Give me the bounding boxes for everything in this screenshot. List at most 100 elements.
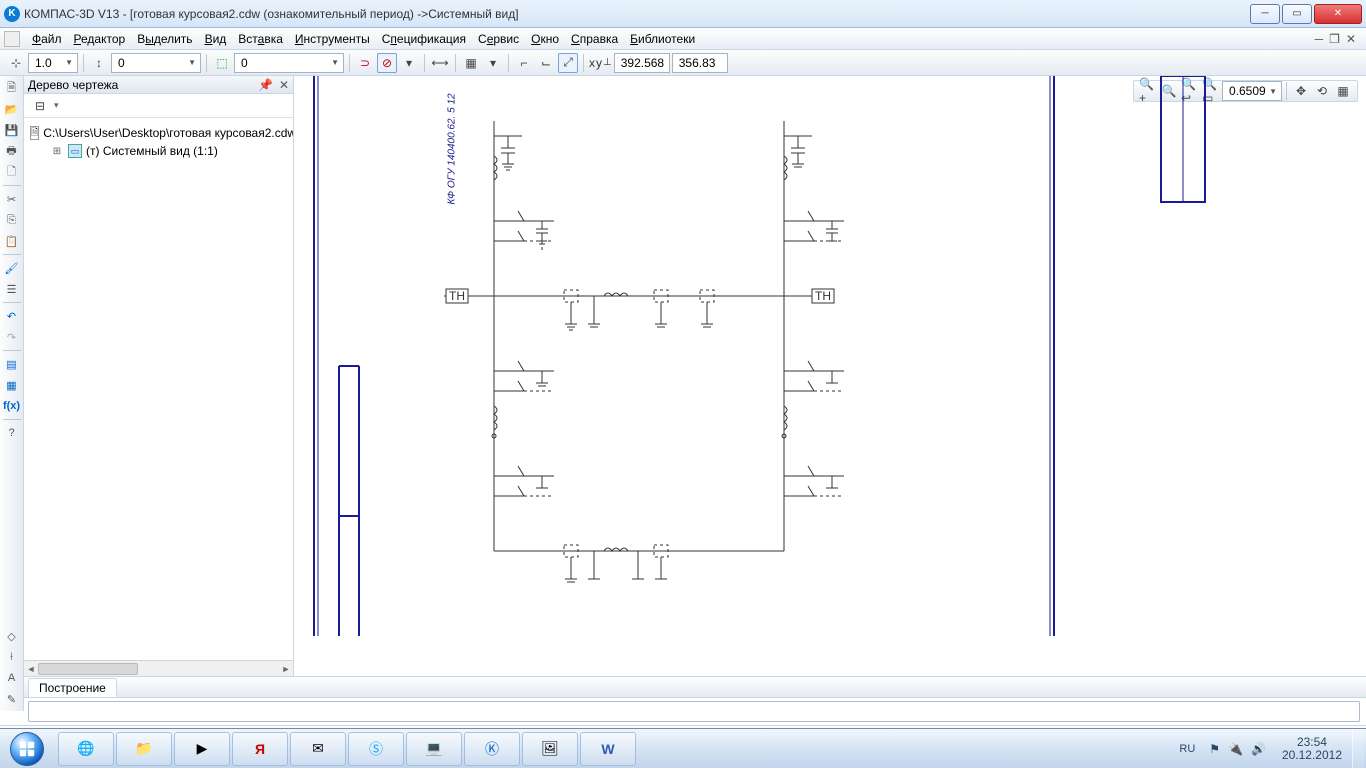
drawing-canvas[interactable]: 🔍+ 🔍 🔍↩ 🔍▭ 0.6509▼ ✥ ⟲ ▦: [294, 76, 1366, 676]
help-icon[interactable]: ?: [2, 423, 22, 443]
task-photos[interactable]: 🖼: [522, 732, 578, 766]
windows-orb-icon: [10, 732, 44, 766]
tree-title: Дерево чертежа: [28, 78, 118, 92]
menu-spec[interactable]: Спецификация: [376, 30, 472, 48]
tree-root[interactable]: 🗎 С:\Users\User\Desktop\готовая курсовая…: [28, 124, 289, 142]
command-input[interactable]: [28, 701, 1360, 722]
grid-dropdown-icon[interactable]: ▾: [483, 53, 503, 73]
style-icon[interactable]: ↕: [89, 53, 109, 73]
window-titlebar: K КОМПАС-3D V13 - [готовая курсовая2.cdw…: [0, 0, 1366, 28]
task-skype[interactable]: Ⓢ: [348, 732, 404, 766]
menu-bar: Файл Редактор Выделить Вид Вставка Инстр…: [0, 28, 1366, 50]
snap-step-icon[interactable]: ⊹: [6, 53, 26, 73]
undo-icon[interactable]: ↶: [2, 306, 22, 326]
save-icon[interactable]: 💾: [2, 120, 22, 140]
spec-icon[interactable]: ▤: [2, 354, 22, 374]
spec2-icon[interactable]: ▦: [2, 375, 22, 395]
left-toolbar: 🗎 📂 💾 🖶 🗋 ✂ ⎘ 📋 🖌 ☰ ↶ ↷ ▤ ▦ f(x) ?: [0, 76, 24, 676]
menu-help[interactable]: Справка: [565, 30, 624, 48]
copy-icon[interactable]: ⎘: [2, 210, 22, 230]
minimize-button[interactable]: ─: [1250, 4, 1280, 24]
geom-icon[interactable]: ◇: [2, 626, 22, 646]
scroll-thumb[interactable]: [38, 663, 138, 675]
coord-y-field[interactable]: 356.83: [672, 53, 728, 73]
menu-service[interactable]: Сервис: [472, 30, 525, 48]
dim2-icon[interactable]: ⟊: [2, 647, 22, 667]
tree-mode-icon[interactable]: ⊟: [30, 96, 50, 116]
task-notes[interactable]: 💻: [406, 732, 462, 766]
menu-edit[interactable]: Редактор: [68, 30, 132, 48]
menu-select[interactable]: Выделить: [131, 30, 198, 48]
edit2-icon[interactable]: ✎: [2, 689, 22, 709]
menu-tools[interactable]: Инструменты: [289, 30, 376, 48]
snap-toggle-icon[interactable]: ⊘: [377, 53, 397, 73]
layer-combo[interactable]: 0▼: [234, 53, 344, 73]
mdi-close-icon[interactable]: ✕: [1346, 32, 1356, 46]
tree-header: Дерево чертежа 📌 ✕: [24, 76, 293, 94]
menu-file[interactable]: Файл: [26, 30, 68, 48]
style-combo[interactable]: 0▼: [111, 53, 201, 73]
bottom-tabbar: Построение: [0, 676, 1366, 698]
frame-text: КФ ОГУ 140400.62. 5 12: [447, 79, 458, 205]
tray-flag-icon[interactable]: ⚑: [1209, 742, 1220, 756]
tray-clock[interactable]: 23:54 20.12.2012: [1272, 736, 1352, 762]
coord-x-field[interactable]: 392.568: [614, 53, 670, 73]
dim-icon[interactable]: ⟷: [430, 53, 450, 73]
print-icon[interactable]: 🖶: [2, 141, 22, 161]
redo-icon[interactable]: ↷: [2, 327, 22, 347]
menu-view[interactable]: Вид: [199, 30, 233, 48]
mdi-restore-icon[interactable]: ❐: [1329, 32, 1340, 46]
task-explorer[interactable]: 📁: [116, 732, 172, 766]
menu-libs[interactable]: Библиотеки: [624, 30, 701, 48]
task-media[interactable]: ▶: [174, 732, 230, 766]
task-word[interactable]: W: [580, 732, 636, 766]
pin-icon[interactable]: 📌: [258, 78, 273, 92]
magnet-icon[interactable]: ⊃: [355, 53, 375, 73]
layer-icon[interactable]: ⬚: [212, 53, 232, 73]
grid-icon[interactable]: ▦: [461, 53, 481, 73]
props-icon[interactable]: ☰: [2, 279, 22, 299]
snap-dropdown-icon[interactable]: ▾: [399, 53, 419, 73]
system-tray: RU ⚑ 🔌 🔊 23:54 20.12.2012: [1171, 729, 1366, 768]
ortho-x-icon[interactable]: ⌐: [514, 53, 534, 73]
task-kompas[interactable]: Ⓚ: [464, 732, 520, 766]
cut-icon[interactable]: ✂: [2, 189, 22, 209]
open-icon[interactable]: 📂: [2, 99, 22, 119]
brush-icon[interactable]: 🖌: [2, 258, 22, 278]
menu-insert[interactable]: Вставка: [232, 30, 289, 48]
tray-lang[interactable]: RU: [1171, 743, 1203, 755]
tree-child[interactable]: ⊞ ▭ (т) Системный вид (1:1): [28, 142, 289, 160]
close-button[interactable]: ✕: [1314, 4, 1362, 24]
windows-taskbar: 🌐 📁 ▶ Я ✉ Ⓢ 💻 Ⓚ 🖼 W RU ⚑ 🔌 🔊 23:54 20.12…: [0, 728, 1366, 768]
label-th-left: ТН: [449, 289, 465, 303]
tab-build[interactable]: Построение: [28, 678, 117, 697]
doc-icon[interactable]: [4, 31, 20, 47]
start-button[interactable]: [0, 729, 54, 769]
tree-panel: Дерево чертежа 📌 ✕ ⊟ ▾ 🗎 С:\Users\User\D…: [24, 76, 294, 676]
tray-volume-icon[interactable]: 🔊: [1251, 742, 1266, 756]
text-icon[interactable]: A: [2, 668, 22, 688]
mdi-minimize-icon[interactable]: ─: [1315, 32, 1324, 46]
tray-network-icon[interactable]: 🔌: [1228, 742, 1243, 756]
scroll-right-icon[interactable]: ►: [279, 661, 293, 677]
task-mail[interactable]: ✉: [290, 732, 346, 766]
round-icon[interactable]: ⤢: [558, 53, 578, 73]
tree-close-icon[interactable]: ✕: [279, 78, 289, 92]
menu-window[interactable]: Окно: [525, 30, 565, 48]
task-yandex[interactable]: Я: [232, 732, 288, 766]
show-desktop-button[interactable]: [1352, 729, 1364, 769]
fx-icon[interactable]: f(x): [2, 396, 22, 416]
expand-icon[interactable]: ⊞: [50, 144, 64, 158]
tree-dd-icon[interactable]: ▾: [54, 100, 59, 111]
file-icon: 🗎: [30, 126, 39, 140]
tree-hscroll[interactable]: ◄ ►: [24, 660, 293, 676]
ortho-y-icon[interactable]: ⌙: [536, 53, 556, 73]
scroll-left-icon[interactable]: ◄: [24, 661, 38, 677]
new-doc-icon[interactable]: 🗎: [2, 78, 22, 98]
label-th-right: ТН: [815, 289, 831, 303]
maximize-button[interactable]: ▭: [1282, 4, 1312, 24]
task-ie[interactable]: 🌐: [58, 732, 114, 766]
preview-icon[interactable]: 🗋: [2, 162, 22, 182]
paste-icon[interactable]: 📋: [2, 231, 22, 251]
step-combo[interactable]: 1.0▼: [28, 53, 78, 73]
